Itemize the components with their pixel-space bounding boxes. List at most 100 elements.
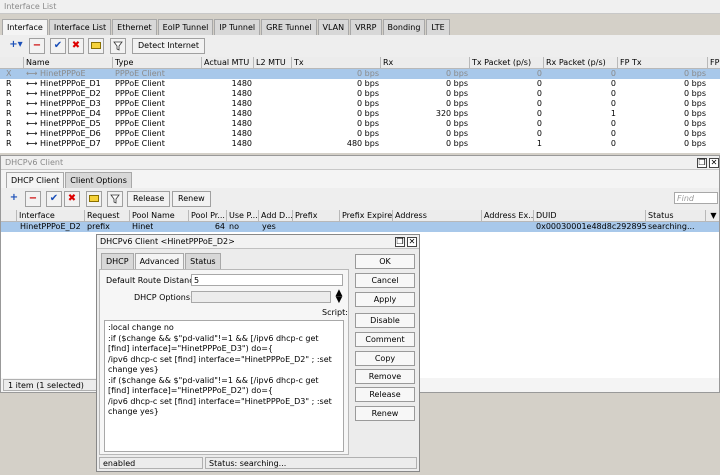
- table-row[interactable]: R ⟷ HinetPPPoE_D2 PPPoE Client 1480 0 bp…: [0, 89, 720, 99]
- dialog-status-enabled: enabled: [99, 457, 203, 469]
- dhcp-table-header: Interface Request Pool Name Pool Pr... U…: [1, 210, 719, 222]
- release-button[interactable]: Release: [355, 387, 415, 402]
- col-prefix-expires[interactable]: Prefix Expire...: [340, 210, 393, 222]
- filter-icon[interactable]: [107, 191, 123, 207]
- dhcp-tabs: DHCP Client Client Options: [6, 172, 133, 188]
- filter-icon[interactable]: [110, 38, 126, 54]
- dhcp-options-select[interactable]: [191, 291, 331, 303]
- table-row[interactable]: R ⟷ HinetPPPoE_D7 PPPoE Client 1480 480 …: [0, 139, 720, 149]
- col-add-default-route[interactable]: Add D...: [259, 210, 293, 222]
- table-row[interactable]: HinetPPPoE_D2 prefix Hinet 64 no yes 0x0…: [1, 222, 719, 232]
- col-prefix[interactable]: Prefix: [293, 210, 340, 222]
- restore-icon[interactable]: ❐: [395, 237, 405, 247]
- tab-client-options[interactable]: Client Options: [65, 172, 132, 188]
- remove-icon[interactable]: −: [29, 38, 45, 54]
- add-icon[interactable]: +: [6, 191, 22, 207]
- enable-icon[interactable]: ✔: [46, 191, 62, 207]
- table-row[interactable]: R ⟷ HinetPPPoE_D4 PPPoE Client 1480 0 bp…: [0, 109, 720, 119]
- renew-button[interactable]: Renew: [172, 191, 211, 207]
- tab-eoip-tunnel[interactable]: EoIP Tunnel: [157, 19, 214, 35]
- remove-button[interactable]: Remove: [355, 369, 415, 384]
- tab-vlan[interactable]: VLAN: [317, 19, 350, 35]
- tab-dhcp-client[interactable]: DHCP Client: [6, 172, 65, 188]
- interface-toolbar: +▾ − ✔ ✖ Detect Internet: [0, 35, 720, 57]
- dhcp-options-label: DHCP Options:: [134, 293, 193, 302]
- dialog-title: DHCPv6 Client <HinetPPPoE_D2>: [97, 235, 419, 249]
- disable-button[interactable]: Disable: [355, 313, 415, 328]
- cancel-button[interactable]: Cancel: [355, 273, 415, 288]
- dhcpv6-window-title: DHCPv6 Client: [1, 156, 719, 170]
- disable-icon[interactable]: ✖: [68, 38, 84, 54]
- table-row[interactable]: R ⟷ HinetPPPoE_D5 PPPoE Client 1480 0 bp…: [0, 119, 720, 129]
- col-use-peer-dns[interactable]: Use P...: [227, 210, 259, 222]
- table-row[interactable]: R ⟷ HinetPPPoE_D1 PPPoE Client 1480 0 bp…: [0, 79, 720, 89]
- disable-icon[interactable]: ✖: [64, 191, 80, 207]
- tab-dhcp[interactable]: DHCP: [101, 253, 134, 269]
- tab-lte[interactable]: LTE: [426, 19, 450, 35]
- col-actual-mtu[interactable]: Actual MTU: [202, 57, 254, 69]
- tab-interface-list[interactable]: Interface List: [48, 19, 112, 35]
- dialog-tabs: DHCP Advanced Status: [101, 253, 222, 269]
- dhcpv6-client-dialog: DHCPv6 Client <HinetPPPoE_D2> ❐ ✕ DHCP A…: [96, 234, 420, 472]
- tab-ip-tunnel[interactable]: IP Tunnel: [214, 19, 261, 35]
- apply-button[interactable]: Apply: [355, 292, 415, 307]
- col-name[interactable]: Name: [24, 57, 113, 69]
- col-flag[interactable]: [0, 57, 24, 69]
- script-label: Script:: [322, 308, 348, 317]
- col-rx[interactable]: Rx: [381, 57, 470, 69]
- col-address[interactable]: Address: [393, 210, 482, 222]
- column-menu-icon[interactable]: ▼: [706, 210, 719, 222]
- route-distance-input[interactable]: 5: [191, 274, 343, 286]
- col-interface[interactable]: Interface: [17, 210, 85, 222]
- col-pool-name[interactable]: Pool Name: [130, 210, 189, 222]
- release-button[interactable]: Release: [127, 191, 171, 207]
- col-tx-packet[interactable]: Tx Packet (p/s): [470, 57, 544, 69]
- advanced-panel: Default Route Distance: 5 DHCP Options: …: [99, 269, 349, 455]
- col-fp[interactable]: FP: [708, 57, 720, 69]
- detect-internet-button[interactable]: Detect Internet: [132, 38, 205, 54]
- close-icon[interactable]: ✕: [709, 158, 719, 168]
- ok-button[interactable]: OK: [355, 254, 415, 269]
- tab-bonding[interactable]: Bonding: [382, 19, 426, 35]
- dhcp-options-arrows-icon[interactable]: ▲ ▼: [333, 289, 345, 305]
- col-pool-prefix-length[interactable]: Pool Pr...: [189, 210, 227, 222]
- table-row[interactable]: R ⟷ HinetPPPoE_D6 PPPoE Client 1480 0 bp…: [0, 129, 720, 139]
- col-duid[interactable]: DUID: [534, 210, 646, 222]
- interface-table-header: Name Type Actual MTU L2 MTU Tx Rx Tx Pac…: [0, 57, 720, 69]
- dhcp-toolbar: + − ✔ ✖ Release Renew Find: [1, 188, 719, 210]
- table-row[interactable]: X ⟷ HinetPPPoE PPPoE Client 0 bps 0 bps …: [0, 69, 720, 79]
- tab-vrrp[interactable]: VRRP: [350, 19, 382, 35]
- comment-icon[interactable]: [86, 191, 102, 207]
- col-l2-mtu[interactable]: L2 MTU: [254, 57, 292, 69]
- col-type[interactable]: Type: [113, 57, 202, 69]
- tab-gre-tunnel[interactable]: GRE Tunnel: [261, 19, 317, 35]
- close-icon[interactable]: ✕: [407, 237, 417, 247]
- interface-list-title: Interface List: [0, 0, 720, 14]
- tab-ethernet[interactable]: Ethernet: [112, 19, 157, 35]
- tab-interface[interactable]: Interface: [2, 19, 48, 35]
- restore-icon[interactable]: ❐: [697, 158, 707, 168]
- interface-tabs: Interface Interface List Ethernet EoIP T…: [2, 19, 451, 35]
- col-address-expires[interactable]: Address Ex...: [482, 210, 534, 222]
- table-row[interactable]: R ⟷ HinetPPPoE_D3 PPPoE Client 1480 0 bp…: [0, 99, 720, 109]
- col-rx-packet[interactable]: Rx Packet (p/s): [544, 57, 618, 69]
- col-status[interactable]: Status: [646, 210, 706, 222]
- remove-icon[interactable]: −: [25, 191, 41, 207]
- col-tx[interactable]: Tx: [292, 57, 381, 69]
- comment-icon[interactable]: [88, 38, 104, 54]
- col-fp-tx[interactable]: FP Tx: [618, 57, 708, 69]
- col-request[interactable]: Request: [85, 210, 130, 222]
- tab-advanced[interactable]: Advanced: [134, 253, 185, 269]
- interface-table-body: X ⟷ HinetPPPoE PPPoE Client 0 bps 0 bps …: [0, 69, 720, 153]
- renew-button[interactable]: Renew: [355, 406, 415, 421]
- tab-status[interactable]: Status: [185, 253, 221, 269]
- find-input[interactable]: Find: [674, 192, 718, 204]
- comment-button[interactable]: Comment: [355, 332, 415, 347]
- add-icon[interactable]: +▾: [5, 38, 27, 54]
- copy-button[interactable]: Copy: [355, 351, 415, 366]
- script-textarea[interactable]: :local change no :if ($change && $"pd-va…: [104, 320, 344, 452]
- dialog-status-text: Status: searching...: [205, 457, 417, 469]
- col-flag[interactable]: [1, 210, 17, 222]
- enable-icon[interactable]: ✔: [50, 38, 66, 54]
- route-distance-label: Default Route Distance:: [106, 276, 202, 285]
